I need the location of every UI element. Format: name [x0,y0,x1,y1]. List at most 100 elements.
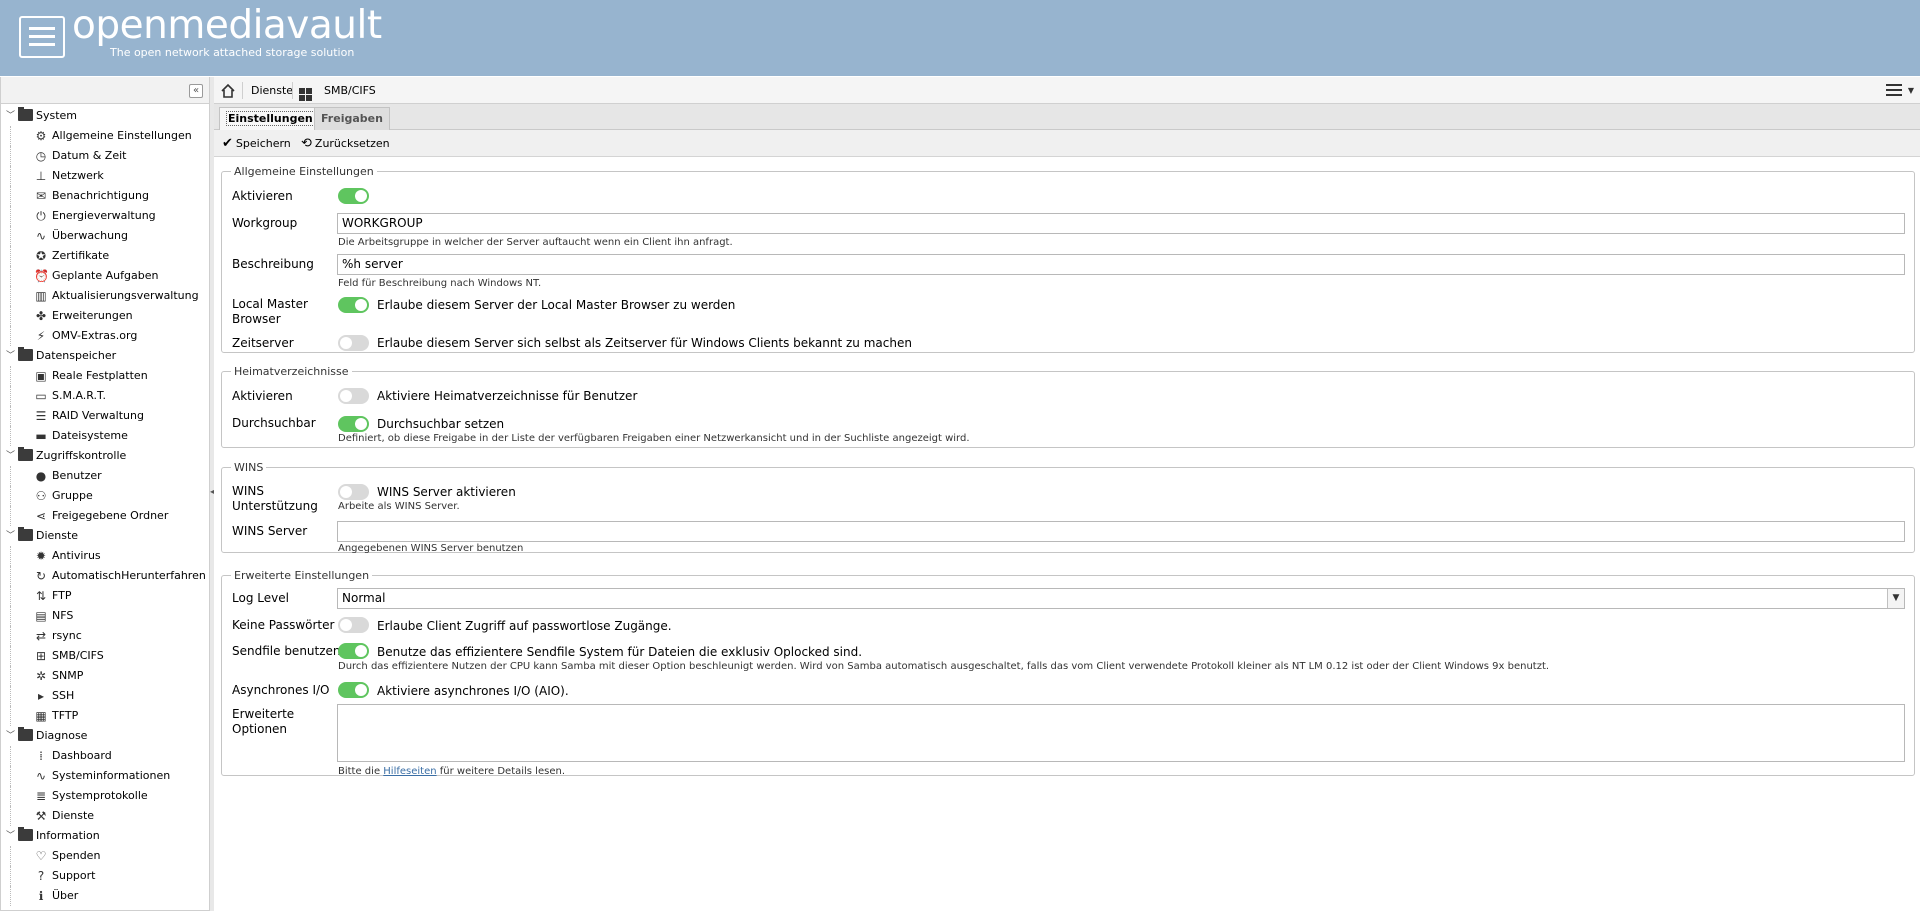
chevron-down-icon[interactable]: ﹀ [6,726,16,746]
home-icon[interactable] [220,82,236,99]
tree-guide-line [10,706,11,726]
sidebar-group-diagnose[interactable]: ﹀ Diagnose [1,726,209,746]
breadcrumb-item-smb[interactable]: SMB/CIFS [324,77,376,104]
sidebar-item-freigegebene-ordner[interactable]: ⋖ Freigegebene Ordner [1,506,209,526]
line-chart-icon: ∿ [35,769,47,783]
sendfile-label: Sendfile benutzen [232,644,341,658]
sidebar-item-erweiterungen[interactable]: ✤ Erweiterungen [1,306,209,326]
tree-guide-line [10,266,11,286]
log-level-select[interactable]: Normal ▼ [337,588,1905,609]
tab-freigaben[interactable]: Freigaben [314,107,390,130]
sidebar-item-gruppe[interactable]: ⚇ Gruppe [1,486,209,506]
sidebar-item-label: Reale Festplatten [52,369,148,382]
sidebar-item-raid-verwaltung[interactable]: ☰ RAID Verwaltung [1,406,209,426]
tree-guide-line [10,486,11,506]
sidebar-group-zugriffskontrolle[interactable]: ﹀ Zugriffskontrolle [1,446,209,466]
sidebar-group-information[interactable]: ﹀ Information [1,826,209,846]
sidebar-item-label: Dateisysteme [52,429,128,442]
help-pages-link[interactable]: Hilfeseiten [383,766,436,777]
sidebar-item-smb-cifs[interactable]: ⊞ SMB/CIFS [1,646,209,666]
sidebar-item-über[interactable]: ℹ Über [1,886,209,906]
sidebar-item-aktualisierungsverwaltung[interactable]: ▥ Aktualisierungsverwaltung [1,286,209,306]
sidebar-item-support[interactable]: ? Support [1,866,209,886]
sidebar-item-datum-zeit[interactable]: ◷ Datum & Zeit [1,146,209,166]
sidebar-item-dateisysteme[interactable]: ▬ Dateisysteme [1,426,209,446]
share-icon: ⋖ [35,509,47,523]
sidebar-item-label: Energieverwaltung [52,209,156,222]
sidebar-item-allgemeine-einstellungen[interactable]: ⚙ Allgemeine Einstellungen [1,126,209,146]
sidebar-item-energieverwaltung[interactable]: ⏻ Energieverwaltung [1,206,209,226]
wins-support-toggle[interactable] [338,484,369,500]
extra-options-textarea[interactable] [337,704,1905,762]
chevron-down-icon[interactable]: ﹀ [6,106,16,126]
chevron-down-icon[interactable]: ﹀ [6,526,16,546]
double-chevron-left-icon[interactable]: « [189,84,203,98]
description-input[interactable]: %h server [337,254,1905,275]
sidebar-item-systeminformationen[interactable]: ∿ Systeminformationen [1,766,209,786]
chevron-down-icon[interactable]: ﹀ [6,446,16,466]
main-menu-button[interactable] [19,16,65,58]
sidebar-item-automatischherunterfahren[interactable]: ↻ AutomatischHerunterfahren [1,566,209,586]
async-io-toggle[interactable] [338,682,369,698]
sidebar-item-antivirus[interactable]: ✹ Antivirus [1,546,209,566]
chevron-down-icon[interactable]: ﹀ [6,346,16,366]
sidebar-item-snmp[interactable]: ✲ SNMP [1,666,209,686]
wins-support-label: WINS Unterstützung [232,484,318,514]
info-icon: ℹ [38,889,44,903]
sidebar-item-zertifikate[interactable]: ✪ Zertifikate [1,246,209,266]
sidebar-item-benutzer[interactable]: ● Benutzer [1,466,209,486]
sidebar-item-reale-festplatten[interactable]: ▣ Reale Festplatten [1,366,209,386]
sidebar-item-systemprotokolle[interactable]: ≣ Systemprotokolle [1,786,209,806]
sidebar-item-netzwerk[interactable]: ⊥ Netzwerk [1,166,209,186]
tree-guide-line [10,466,11,486]
async-io-label: Asynchrones I/O [232,683,330,697]
save-button[interactable]: ✔ Speichern [222,130,291,157]
chevron-down-icon[interactable]: ▼ [1887,589,1904,608]
local-master-browser-toggle[interactable] [338,297,369,313]
sidebar-item-label: rsync [52,629,82,642]
sidebar-item-spenden[interactable]: ♡ Spenden [1,846,209,866]
wins-server-input[interactable] [337,521,1905,542]
sidebar-group-datenspeicher[interactable]: ﹀ Datenspeicher [1,346,209,366]
sidebar-item-benachrichtigung[interactable]: ✉ Benachrichtigung [1,186,209,206]
sidebar-item-label: Netzwerk [52,169,104,182]
workgroup-input[interactable]: WORKGROUP [337,213,1905,234]
timeserver-toggle[interactable] [338,335,369,351]
sidebar-group-label: Zugriffskontrolle [36,449,127,462]
sidebar-item-rsync[interactable]: ⇄ rsync [1,626,209,646]
reset-button[interactable]: ⟲ Zurücksetzen [301,130,390,157]
sidebar-group-label: Datenspeicher [36,349,117,362]
workgroup-hint: Die Arbeitsgruppe in welcher der Server … [338,237,733,248]
sidebar-item-geplante-aufgaben[interactable]: ⏰ Geplante Aufgaben [1,266,209,286]
enable-toggle[interactable] [338,188,369,204]
app-logo: openmediavault [72,3,382,48]
sidebar-group-dienste[interactable]: ﹀ Dienste [1,526,209,546]
tree-guide-line [10,126,11,146]
hamburger-menu-icon[interactable] [1886,83,1904,97]
tab-einstellungen[interactable]: Einstellungen [219,107,322,130]
sidebar-item-ssh[interactable]: ▸ SSH [1,686,209,706]
sidebar-item-label: S.M.A.R.T. [52,389,106,402]
chevron-down-icon[interactable]: ﹀ [6,826,16,846]
wins-server-label: WINS Server [232,524,308,538]
sidebar-item-tftp[interactable]: ▦ TFTP [1,706,209,726]
tab-label: Einstellungen [226,111,315,126]
sidebar-item-s-m-a-r-t-[interactable]: ▭ S.M.A.R.T. [1,386,209,406]
sidebar-item-nfs[interactable]: ▤ NFS [1,606,209,626]
chevron-down-icon[interactable]: ▼ [1908,86,1914,95]
trash-icon: ▥ [35,289,47,303]
tree-guide-line [10,786,11,806]
sidebar-item-dashboard[interactable]: ⁞ Dashboard [1,746,209,766]
homes-enable-toggle[interactable] [338,388,369,404]
folder-open-icon [18,347,33,361]
sidebar-item-dienste[interactable]: ⚒ Dienste [1,806,209,826]
sidebar-item-omv-extras-org[interactable]: ⚡ OMV-Extras.org [1,326,209,346]
sidebar-group-system[interactable]: ﹀ System [1,106,209,126]
breadcrumb-item-dienste[interactable]: Dienste [251,77,293,104]
sidebar-item-ftp[interactable]: ⇅ FTP [1,586,209,606]
browsable-toggle[interactable] [338,416,369,432]
no-passwords-toggle[interactable] [338,617,369,633]
sendfile-toggle[interactable] [338,643,369,659]
plug-icon: ⚡ [36,329,46,343]
sidebar-item-überwachung[interactable]: ∿ Überwachung [1,226,209,246]
